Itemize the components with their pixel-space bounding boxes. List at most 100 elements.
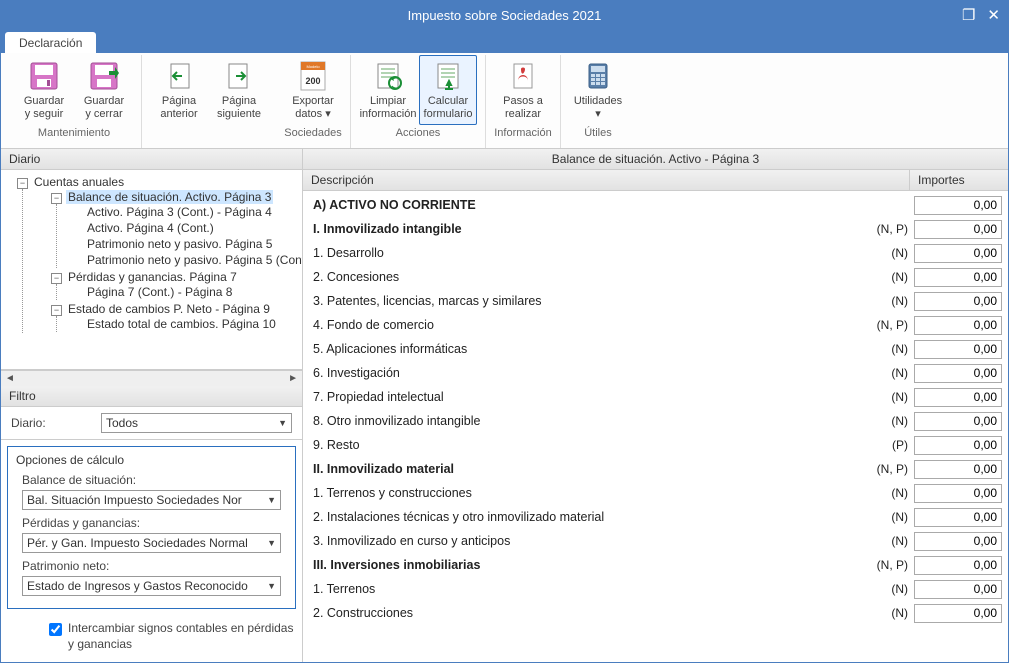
pasos-realizar-button[interactable]: Pasos a realizar [494,55,552,125]
pyg-dropdown[interactable]: Pér. y Gan. Impuesto Sociedades Normal ▼ [22,533,281,553]
row-tag: (N) [874,294,914,308]
amount-input[interactable] [914,196,1002,215]
ribbon-group-utiles: Utilidades ▾ Útiles [561,55,635,148]
pagina-anterior-button[interactable]: Página anterior [150,55,208,125]
amount-input[interactable] [914,268,1002,287]
table-row: III. Inversiones inmobiliarias(N, P) [303,553,1008,577]
exportar-datos-button[interactable]: 200Modelo Exportar datos ▾ [284,55,342,125]
pdf-icon [506,59,540,93]
maximize-icon[interactable]: ❐ [962,6,975,24]
amount-input[interactable] [914,508,1002,527]
table-row: 1. Terrenos y construcciones(N) [303,481,1008,505]
export-200-icon: 200Modelo [296,59,330,93]
titlebar: Impuesto sobre Sociedades 2021 ❐ ✕ [1,1,1008,29]
guardar-seguir-button[interactable]: Guardar y seguir [15,55,73,125]
tree-node[interactable]: −Estado de cambios P. Neto - Página 9 Es… [35,301,302,333]
dropdown-value: Todos [106,416,138,430]
scroll-right-icon[interactable]: ► [288,373,298,384]
table-row: 2. Construcciones(N) [303,601,1008,625]
amount-input[interactable] [914,292,1002,311]
ribbon-group-label: Acciones [396,125,441,142]
close-icon[interactable]: ✕ [987,6,1000,24]
row-desc: 4. Fondo de comercio [309,318,874,332]
amount-input[interactable] [914,412,1002,431]
right-header: Balance de situación. Activo - Página 3 [303,149,1008,170]
row-desc: 9. Resto [309,438,874,452]
collapse-icon[interactable]: − [51,305,62,316]
right-pane: Balance de situación. Activo - Página 3 … [303,149,1008,662]
ribbon-group-nav: Página anterior Página siguiente [142,55,276,148]
tree-hscroll[interactable]: ◄► [1,370,302,386]
intercambiar-label: Intercambiar signos contables en pérdida… [68,621,298,652]
amount-input[interactable] [914,532,1002,551]
row-desc: 2. Instalaciones técnicas y otro inmovil… [309,510,874,524]
intercambiar-checkbox[interactable] [49,623,62,636]
amount-input[interactable] [914,484,1002,503]
ribbon-label: Pasos a realizar [503,95,543,121]
table-row: 8. Otro inmovilizado intangible(N) [303,409,1008,433]
scroll-left-icon[interactable]: ◄ [5,373,15,384]
row-desc: 1. Terrenos [309,582,874,596]
row-tag: (N, P) [874,222,914,236]
row-tag: (N) [874,246,914,260]
balance-dropdown[interactable]: Bal. Situación Impuesto Sociedades Nor ▼ [22,490,281,510]
tree-node[interactable]: Patrimonio neto y pasivo. Página 5 [69,236,302,252]
chevron-down-icon: ▼ [267,495,276,505]
amount-input[interactable] [914,436,1002,455]
tree-node[interactable]: Estado total de cambios. Página 10 [69,316,302,332]
row-desc: 6. Investigación [309,366,874,380]
amount-input[interactable] [914,556,1002,575]
table-row: 7. Propiedad intelectual(N) [303,385,1008,409]
row-tag: (N) [874,270,914,284]
tab-declaracion[interactable]: Declaración [5,32,96,53]
pagina-siguiente-button[interactable]: Página siguiente [210,55,268,125]
diario-dropdown[interactable]: Todos ▼ [101,413,292,433]
tree[interactable]: −Cuentas anuales −Balance de situación. … [1,170,302,369]
tree-node[interactable]: Patrimonio neto y pasivo. Página 5 (Cont… [69,252,302,268]
collapse-icon[interactable]: − [51,273,62,284]
ribbon-group-label: Mantenimiento [38,125,110,142]
amount-input[interactable] [914,244,1002,263]
collapse-icon[interactable]: − [51,193,62,204]
ribbon-group-label: Sociedades [284,125,342,142]
grid-body[interactable]: A) ACTIVO NO CORRIENTEI. Inmovilizado in… [303,191,1008,662]
amount-input[interactable] [914,580,1002,599]
tree-node[interactable]: −Balance de situación. Activo. Página 3 … [35,189,302,269]
pn-dropdown[interactable]: Estado de Ingresos y Gastos Reconocido ▼ [22,576,281,596]
tree-node[interactable]: Activo. Página 3 (Cont.) - Página 4 [69,204,302,220]
table-row: 9. Resto(P) [303,433,1008,457]
tree-node[interactable]: Activo. Página 4 (Cont.) [69,220,302,236]
tree-node[interactable]: Página 7 (Cont.) - Página 8 [69,284,302,300]
ribbon-group-informacion: Pasos a realizar Información [486,55,561,148]
ribbon-group-label: Información [494,125,551,142]
limpiar-informacion-button[interactable]: Limpiar información [359,55,417,125]
row-tag: (N) [874,486,914,500]
tree-root[interactable]: −Cuentas anuales −Balance de situación. … [1,174,302,334]
amount-input[interactable] [914,604,1002,623]
tabstrip: Declaración [1,29,1008,53]
row-desc: II. Inmovilizado material [309,462,874,476]
amount-input[interactable] [914,340,1002,359]
balance-label: Balance de situación: [16,473,287,487]
calcular-formulario-button[interactable]: Calcular formulario [419,55,477,125]
collapse-icon[interactable]: − [17,178,28,189]
amount-input[interactable] [914,364,1002,383]
guardar-cerrar-button[interactable]: Guardar y cerrar [75,55,133,125]
amount-input[interactable] [914,460,1002,479]
svg-text:Modelo: Modelo [306,64,320,69]
row-desc: 7. Propiedad intelectual [309,390,874,404]
col-desc-header: Descripción [303,170,910,190]
tree-node[interactable]: −Pérdidas y ganancias. Página 7 Página 7… [35,269,302,301]
amount-input[interactable] [914,388,1002,407]
save-disk-icon [27,59,61,93]
filtro-section: Filtro Diario: Todos ▼ [1,386,302,440]
intercambiar-check-row[interactable]: Intercambiar signos contables en pérdida… [1,615,302,654]
row-tag: (N) [874,342,914,356]
amount-input[interactable] [914,220,1002,239]
row-desc: 3. Patentes, licencias, marcas y similar… [309,294,874,308]
row-tag: (N) [874,390,914,404]
amount-input[interactable] [914,316,1002,335]
utilidades-button[interactable]: Utilidades ▾ [569,55,627,125]
row-tag: (N) [874,606,914,620]
ribbon-label: Guardar y cerrar [84,95,124,121]
